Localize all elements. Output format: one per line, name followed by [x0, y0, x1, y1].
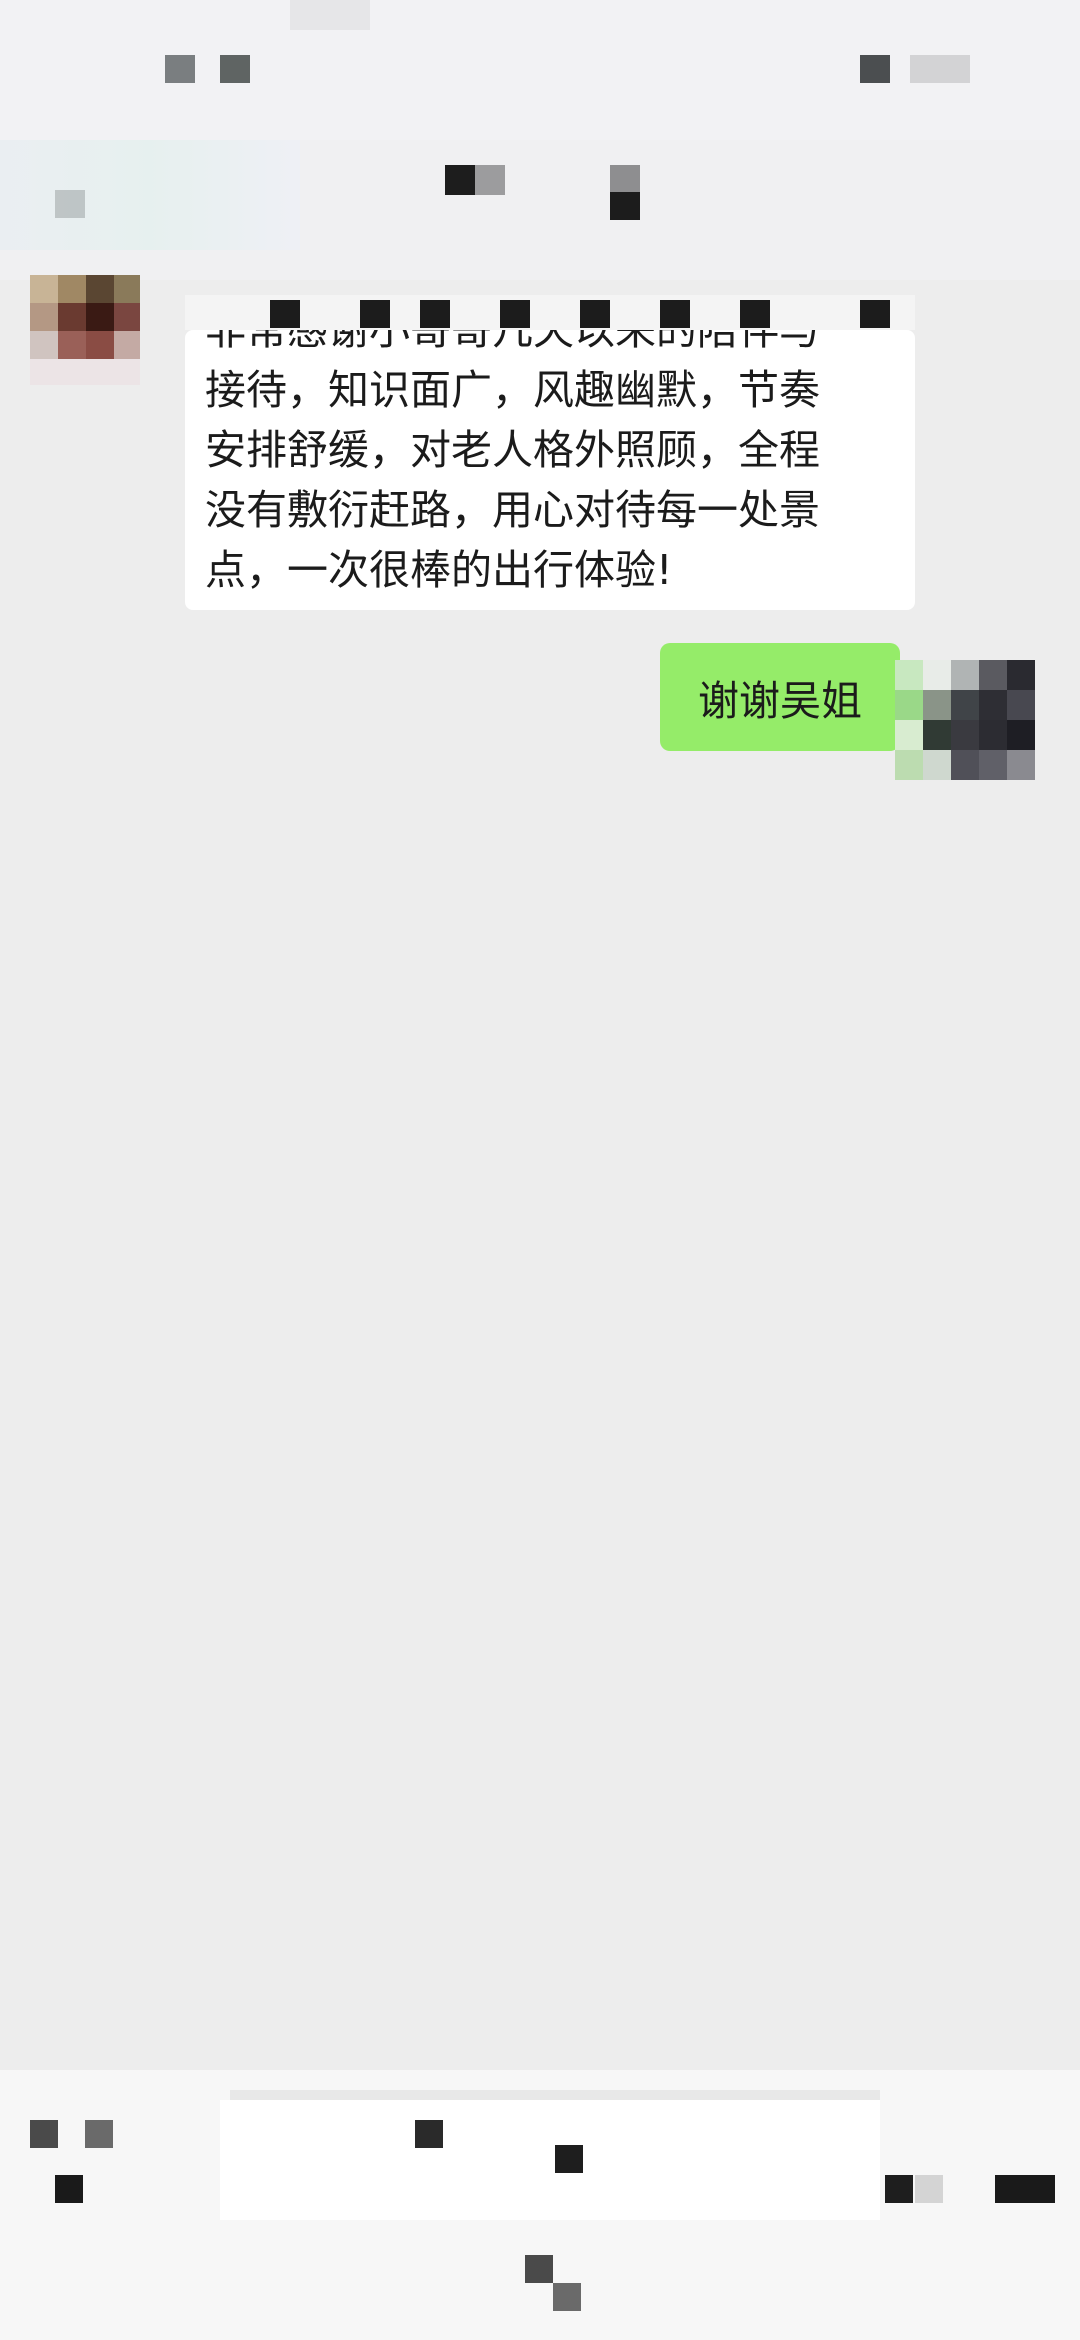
status-pixel: [165, 55, 195, 83]
title-pixel: [610, 165, 640, 195]
voice-icon-pixel: [55, 2175, 83, 2203]
pixel-strip: [580, 300, 610, 328]
title-pixel: [445, 165, 475, 195]
status-pixel: [910, 55, 970, 83]
incoming-message-text: 接待，知识面广，风趣幽默，节奏 安排舒缓，对老人格外照顾，全程 没有敷衍赶路，用…: [205, 360, 895, 600]
title-pixel: [610, 192, 640, 220]
title-pixel: [0, 140, 300, 250]
title-bar: [0, 140, 1080, 280]
voice-icon[interactable]: [30, 2120, 58, 2148]
pixel-strip: [660, 300, 690, 328]
self-avatar[interactable]: [895, 660, 1060, 780]
status-pixel: [220, 55, 250, 83]
incoming-message-line: 点，一次很棒的出行体验!: [205, 546, 673, 594]
pixel-strip: [270, 300, 300, 328]
voice-icon-pixel: [85, 2120, 113, 2148]
pixel-strip: [500, 300, 530, 328]
pixel-strip: [860, 300, 890, 328]
emoji-icon-pixel: [915, 2175, 943, 2203]
pixel-strip: [420, 300, 450, 328]
nav-pixel: [553, 2283, 581, 2311]
status-bar: [0, 0, 1080, 140]
emoji-icon[interactable]: [885, 2175, 913, 2203]
status-pixel: [290, 0, 370, 30]
status-pixel: [860, 55, 890, 83]
incoming-message-partial-line: 非常感谢小哥哥几天以来的陪伴与: [205, 330, 820, 354]
nav-pixel: [525, 2255, 553, 2283]
plus-icon[interactable]: [995, 2175, 1055, 2203]
title-pixel: [475, 165, 505, 195]
pixel-strip: [360, 300, 390, 328]
message-input[interactable]: [220, 2100, 880, 2220]
incoming-message-line: 安排舒缓，对老人格外照顾，全程: [205, 426, 820, 474]
pixel-strip: [740, 300, 770, 328]
outgoing-message-bubble[interactable]: 谢谢吴姐: [660, 643, 914, 751]
incoming-message-line: 没有敷衍赶路，用心对待每一处景: [205, 486, 820, 534]
contact-avatar[interactable]: [30, 275, 140, 385]
incoming-message-bubble[interactable]: 非常感谢小哥哥几天以来的陪伴与 接待，知识面广，风趣幽默，节奏 安排舒缓，对老人…: [185, 330, 915, 610]
incoming-message-line: 接待，知识面广，风趣幽默，节奏: [205, 366, 820, 414]
outgoing-message-text: 谢谢吴姐: [698, 677, 862, 725]
input-bar: [0, 2070, 1080, 2340]
input-pixel: [415, 2120, 443, 2148]
input-pixel: [555, 2145, 583, 2173]
